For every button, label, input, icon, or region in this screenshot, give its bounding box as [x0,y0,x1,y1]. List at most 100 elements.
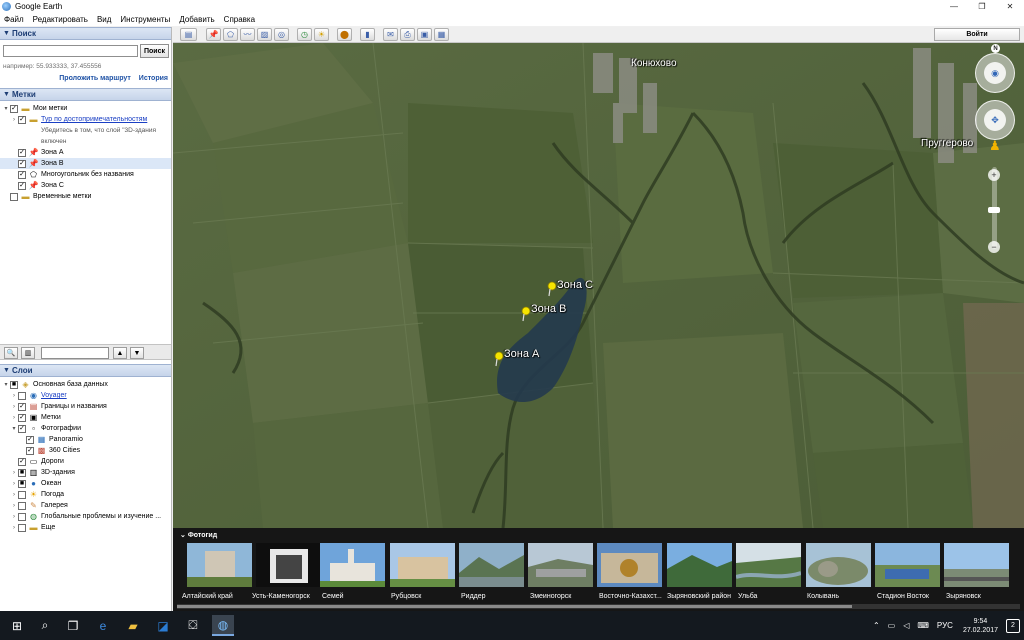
checkbox[interactable]: ■ [18,468,26,477]
photo-guide-header[interactable]: ⌄ Фотогид [180,531,217,539]
photo-thumbnail[interactable] [256,543,321,587]
tree-item-polygon[interactable]: ✓ ⬠ Многоугольник без названия [0,169,171,180]
expand-arrow-icon[interactable]: › [10,415,18,421]
photo-caption[interactable]: Усть-Каменогорск [252,593,310,600]
checkbox[interactable]: ✓ [18,402,26,411]
layer-item-panoramio[interactable]: ✓ ▦ Panoramio [0,434,171,445]
layer-item-primary-db[interactable]: ▾ ■ ◈ Основная база данных [0,379,171,390]
checkbox[interactable] [18,391,26,400]
pegman-icon[interactable]: ♟ [989,138,1001,154]
menu-help[interactable]: Справка [224,15,255,24]
expand-arrow-icon[interactable]: › [10,470,18,476]
checkbox[interactable]: ✓ [18,148,26,157]
search-input[interactable] [3,45,138,57]
notifications-icon[interactable]: 2 [1006,618,1020,633]
pin-label-zone-c[interactable]: Зона С [557,279,593,291]
menu-add[interactable]: Добавить [179,15,214,24]
checkbox[interactable]: ✓ [18,170,26,179]
view-in-maps-icon[interactable]: ▦ [434,28,449,41]
add-path-icon[interactable]: 〰 [240,28,255,41]
move-down-icon[interactable]: ▼ [130,347,144,359]
volume-icon[interactable]: ◁ [903,621,909,630]
layer-item-places[interactable]: › ✓ ▣ Метки [0,412,171,423]
expand-arrow-icon[interactable]: › [10,393,18,399]
checkbox[interactable] [10,192,18,201]
checkbox[interactable]: ✓ [18,159,26,168]
search-icon[interactable]: ⌕ [34,615,56,636]
places-filter-input[interactable] [41,347,109,359]
menu-edit[interactable]: Редактировать [33,15,88,24]
north-compass-icon[interactable]: N [991,44,1000,53]
checkbox[interactable]: ✓ [10,104,18,113]
checkbox[interactable]: ✓ [18,457,26,466]
checkbox[interactable]: ✓ [18,181,26,190]
store-icon[interactable]: ⛋ [182,615,204,636]
photo-caption[interactable]: Алтайский край [182,593,233,600]
photo-caption[interactable]: Риддер [461,593,486,600]
network-icon[interactable]: ▭ [888,621,896,630]
photo-caption[interactable]: Семей [322,593,344,600]
zoom-thumb[interactable] [988,207,1000,213]
expand-arrow-icon[interactable]: ▾ [2,381,10,388]
clock[interactable]: 9:54 27.02.2017 [963,617,998,635]
pin-label-zone-b[interactable]: Зона В [531,303,566,315]
file-explorer-icon[interactable]: ▰ [122,615,144,636]
photo-caption[interactable]: Стадион Восток [877,593,929,600]
layer-item-360cities[interactable]: ✓ ▩ 360 Cities [0,445,171,456]
expand-arrow-icon[interactable]: › [10,117,18,123]
add-placemark-icon[interactable]: 📌 [206,28,221,41]
search-button[interactable]: Поиск [140,44,169,58]
checkbox[interactable]: ✓ [18,424,26,433]
layers-header[interactable]: ▼ Слои [0,364,171,377]
photo-thumbnail[interactable] [736,543,801,587]
history-link[interactable]: История [139,75,168,82]
route-link[interactable]: Проложить маршрут [59,75,131,82]
pin-label-zone-a[interactable]: Зона А [504,348,539,360]
search-header[interactable]: ▼ Поиск [0,27,171,40]
checkbox[interactable]: ✓ [18,115,26,124]
photo-caption[interactable]: Зыряновск [946,593,981,600]
windows-start-icon[interactable]: ⊞ [6,615,28,636]
checkbox[interactable]: ✓ [26,435,34,444]
photo-caption[interactable]: Змеиногорск [530,593,571,600]
input-language[interactable]: РУС [937,621,953,630]
task-view-icon[interactable]: ❐ [62,615,84,636]
layer-item-gallery[interactable]: › ✎ Галерея [0,500,171,511]
layer-item-weather[interactable]: › ☀ Погода [0,489,171,500]
photo-thumbnail[interactable] [528,543,593,587]
move-control[interactable]: ✥ [975,100,1015,140]
photo-thumbnail[interactable] [459,543,524,587]
expand-arrow-icon[interactable]: ▾ [10,425,18,432]
expand-arrow-icon[interactable]: ▾ [2,105,10,112]
switch-planet-icon[interactable]: ⬤ [337,28,352,41]
sidebar-toggle-icon[interactable]: ▤ [180,28,197,41]
add-image-overlay-icon[interactable]: ▨ [257,28,272,41]
photo-thumbnail[interactable] [875,543,940,587]
google-earth-taskbar-icon[interactable]: ◍ [212,615,234,636]
tree-item-zone-b[interactable]: ✓ 📌 Зона В [0,158,171,169]
layer-item-voyager[interactable]: › ◉ Voyager [0,390,171,401]
menu-tools[interactable]: Инструменты [120,15,170,24]
panel-toggle-icon[interactable]: ▥ [21,347,35,359]
layer-item-ocean[interactable]: › ■ ● Океан [0,478,171,489]
checkbox[interactable]: ■ [18,479,26,488]
photo-thumbnail[interactable] [390,543,455,587]
photo-thumbnail[interactable] [806,543,871,587]
checkbox[interactable]: ✓ [26,446,34,455]
checkbox[interactable] [18,490,26,499]
move-up-icon[interactable]: ▲ [113,347,127,359]
checkbox[interactable] [18,501,26,510]
map-view[interactable]: Конюхово Пруггерово Зона С Зона В Зона А… [173,43,1024,528]
photo-caption[interactable]: Колывань [807,593,839,600]
expand-arrow-icon[interactable]: › [10,404,18,410]
menu-view[interactable]: Вид [97,15,111,24]
expand-arrow-icon[interactable]: › [10,481,18,487]
layer-item-more[interactable]: › ▬ Еще [0,522,171,533]
search-places-icon[interactable]: 🔍 [4,347,18,359]
outlook-icon[interactable]: ◪ [152,615,174,636]
tree-item-tour[interactable]: › ✓ ▬ Тур по достопримечательностям [0,114,171,125]
checkbox[interactable] [18,512,26,521]
photo-caption[interactable]: Восточно-Казахст... [599,593,662,600]
checkbox[interactable]: ■ [10,380,18,389]
checkbox[interactable] [18,523,26,532]
